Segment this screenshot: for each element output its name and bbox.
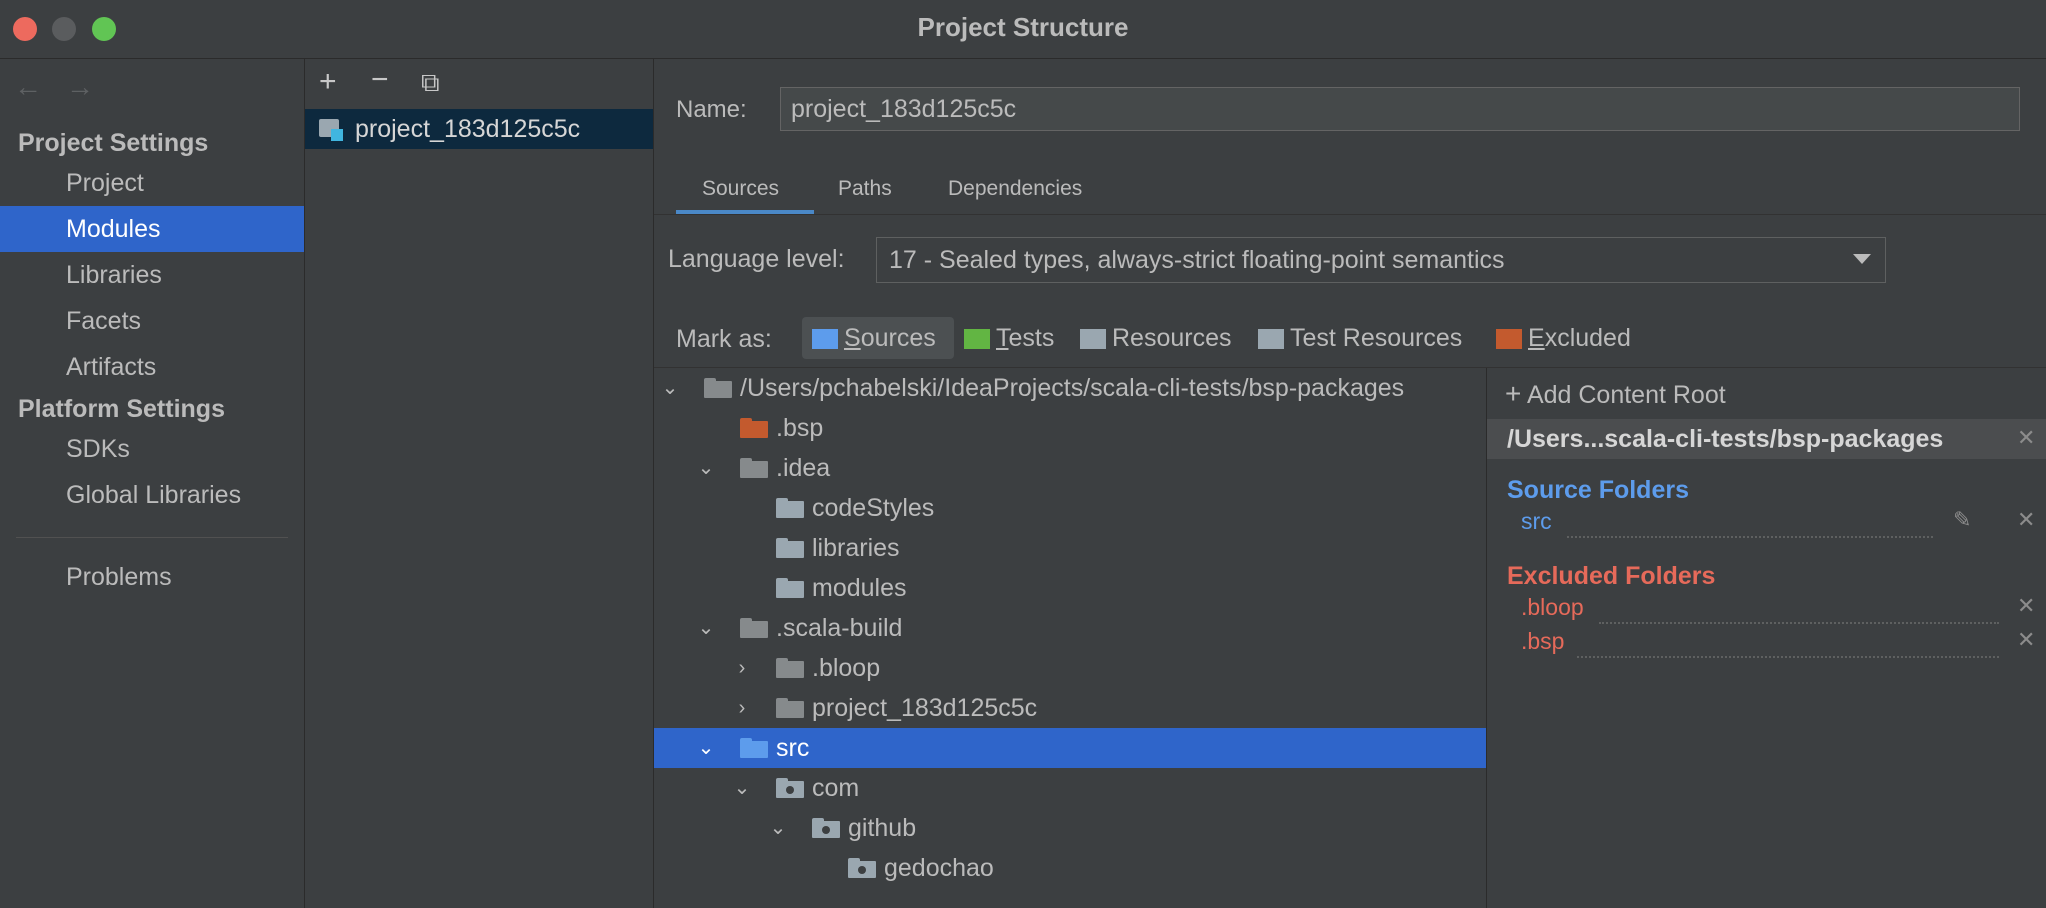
project-settings-header: Project Settings <box>18 129 209 157</box>
tree-row-gedochao[interactable]: gedochao <box>654 848 1486 888</box>
chevron-right-icon[interactable]: › <box>732 688 752 728</box>
sidebar-item-artifacts[interactable]: Artifacts <box>0 344 304 390</box>
dotted-leader <box>1567 536 1933 538</box>
excluded-folder-entry: .bloop <box>1521 594 1584 620</box>
tabs-divider <box>654 214 2046 215</box>
chevron-down-icon[interactable]: ⌄ <box>660 368 680 408</box>
module-list-panel: + − ⧉ project_183d125c5c <box>305 59 654 908</box>
folder-icon <box>740 458 768 478</box>
mark-as-resources-button[interactable]: Resources <box>1080 317 1232 359</box>
tab-dependencies[interactable]: Dependencies <box>948 177 1082 201</box>
tree-row-scala-build[interactable]: ⌄ .scala-build <box>654 608 1486 648</box>
tree-row-github[interactable]: ⌄ github <box>654 808 1486 848</box>
module-icon <box>319 119 343 141</box>
package-icon <box>848 858 876 878</box>
excluded-folder-icon <box>1496 329 1522 350</box>
remove-excluded-folder-icon[interactable]: ✕ <box>2017 593 2035 619</box>
platform-settings-header: Platform Settings <box>18 395 225 423</box>
title-bar: Project Structure <box>0 0 2046 59</box>
sidebar-item-global-libraries[interactable]: Global Libraries <box>0 472 304 518</box>
package-icon <box>812 818 840 838</box>
sidebar-item-sdks[interactable]: SDKs <box>0 426 304 472</box>
sidebar-item-libraries[interactable]: Libraries <box>0 252 304 298</box>
forward-arrow-icon[interactable]: → <box>66 71 94 103</box>
sources-folder-icon <box>812 329 838 350</box>
chevron-down-icon[interactable]: ⌄ <box>732 768 752 808</box>
plus-icon: + <box>1505 378 1522 409</box>
module-name-input[interactable]: project_183d125c5c <box>780 87 2020 131</box>
tree-row-modules[interactable]: modules <box>654 568 1486 608</box>
remove-content-root-icon[interactable]: ✕ <box>2017 425 2035 451</box>
tree-row-codestyles[interactable]: codeStyles <box>654 488 1486 528</box>
language-level-label: Language level: <box>668 245 845 273</box>
add-module-button[interactable]: + <box>319 65 337 99</box>
remove-source-folder-icon[interactable]: ✕ <box>2017 507 2035 533</box>
tab-paths[interactable]: Paths <box>838 177 892 201</box>
settings-sidebar: ← → Project Settings Project Modules Lib… <box>0 59 305 908</box>
tab-sources[interactable]: Sources <box>702 177 779 201</box>
mark-as-test-resources-button[interactable]: Test Resources <box>1258 317 1462 359</box>
test-resources-folder-icon <box>1258 329 1284 350</box>
language-level-dropdown[interactable]: 17 - Sealed types, always-strict floatin… <box>876 237 1886 283</box>
source-folder-entry: src <box>1521 508 1552 534</box>
sources-folder-icon <box>740 738 768 758</box>
sidebar-item-problems[interactable]: Problems <box>0 554 304 600</box>
sidebar-divider <box>16 537 288 538</box>
chevron-down-icon[interactable]: ⌄ <box>768 808 788 848</box>
tests-folder-icon <box>964 329 990 350</box>
remove-excluded-folder-icon[interactable]: ✕ <box>2017 627 2035 653</box>
tree-row-root[interactable]: ⌄ /Users/pchabelski/IdeaProjects/scala-c… <box>654 368 1486 408</box>
window-title: Project Structure <box>917 12 1129 42</box>
mark-as-sources-button[interactable]: Sources <box>802 317 954 359</box>
sidebar-item-facets[interactable]: Facets <box>0 298 304 344</box>
excluded-folder-entry: .bsp <box>1521 628 1565 654</box>
mark-as-excluded-button[interactable]: Excluded <box>1496 317 1631 359</box>
language-level-value: 17 - Sealed types, always-strict floatin… <box>889 246 1505 274</box>
tree-row-libraries[interactable]: libraries <box>654 528 1486 568</box>
tree-row-bloop[interactable]: › .bloop <box>654 648 1486 688</box>
content-root-path: /Users...scala-cli-tests/bsp-packages <box>1487 419 2046 459</box>
folder-icon <box>776 658 804 678</box>
tree-row-bsp[interactable]: .bsp <box>654 408 1486 448</box>
folder-icon <box>776 538 804 558</box>
resources-folder-icon <box>1080 329 1106 350</box>
tree-row-project[interactable]: › project_183d125c5c <box>654 688 1486 728</box>
module-list-item[interactable]: project_183d125c5c <box>305 109 653 149</box>
chevron-down-icon[interactable]: ⌄ <box>696 728 716 768</box>
back-arrow-icon[interactable]: ← <box>14 71 42 103</box>
chevron-right-icon[interactable]: › <box>732 648 752 688</box>
remove-module-button[interactable]: − <box>371 63 389 97</box>
excluded-folders-title: Excluded Folders <box>1507 562 1716 590</box>
chevron-down-icon[interactable]: ⌄ <box>696 448 716 488</box>
chevron-down-icon[interactable]: ⌄ <box>696 608 716 648</box>
dotted-leader <box>1599 622 1999 624</box>
module-settings-panel: Name: project_183d125c5c Sources Paths D… <box>654 59 2046 908</box>
dotted-leader <box>1577 656 1999 658</box>
folder-icon <box>704 378 732 398</box>
copy-module-button[interactable]: ⧉ <box>421 67 440 99</box>
tree-row-com[interactable]: ⌄ com <box>654 768 1486 808</box>
edit-pencil-icon[interactable]: ✎ <box>1953 507 1971 533</box>
excluded-folder-icon <box>740 418 768 438</box>
package-icon <box>776 778 804 798</box>
add-content-root-button[interactable]: + Add Content Root <box>1505 378 1726 410</box>
name-label: Name: <box>676 96 747 123</box>
content-root-panel: + Add Content Root /Users...scala-cli-te… <box>1487 368 2046 908</box>
folder-icon <box>776 698 804 718</box>
folder-icon <box>740 618 768 638</box>
module-name: project_183d125c5c <box>355 115 581 143</box>
mark-as-label: Mark as: <box>676 325 772 353</box>
sidebar-item-project[interactable]: Project <box>0 160 304 206</box>
tree-row-idea[interactable]: ⌄ .idea <box>654 448 1486 488</box>
mark-as-tests-button[interactable]: Tests <box>964 317 1054 359</box>
chevron-down-icon <box>1853 254 1871 264</box>
folder-icon <box>776 578 804 598</box>
tree-row-src[interactable]: ⌄ src <box>654 728 1486 768</box>
folder-tree: ⌄ /Users/pchabelski/IdeaProjects/scala-c… <box>654 368 1487 908</box>
source-folders-title: Source Folders <box>1507 476 1689 504</box>
sidebar-item-modules[interactable]: Modules <box>0 206 304 252</box>
folder-icon <box>776 498 804 518</box>
